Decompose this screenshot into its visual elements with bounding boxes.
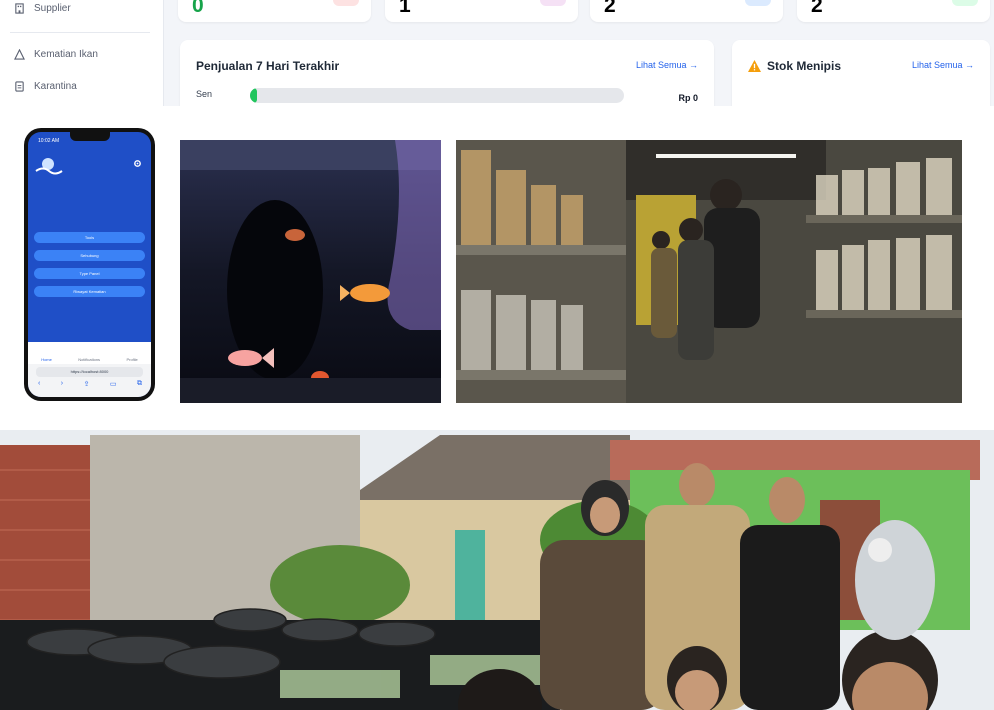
sidebar: Supplier Kematian Ikan Karantina — [0, 0, 164, 106]
stat-icon-badge — [745, 0, 771, 6]
building-icon — [15, 3, 24, 14]
sidebar-item-karantina[interactable]: Karantina — [14, 81, 77, 92]
bookmarks-icon[interactable]: ▭ — [110, 380, 117, 388]
stat-value: 1 — [399, 0, 411, 17]
sidebar-item-kematian-ikan[interactable]: Kematian Ikan — [14, 49, 98, 60]
app-menu-button-sehubung[interactable]: Sehubung — [34, 250, 145, 261]
browser-url-field[interactable]: https://localhost:8000 — [36, 367, 143, 377]
sidebar-item-label: Karantina — [34, 81, 77, 92]
stat-value: 2 — [604, 0, 616, 17]
sales-panel-title: Penjualan 7 Hari Terakhir — [196, 59, 340, 73]
sales-panel: Penjualan 7 Hari Terakhir Lihat Semua → … — [180, 40, 714, 106]
quarantine-shelves-photo — [456, 140, 962, 403]
stat-card-4: 2 — [797, 0, 990, 22]
warning-icon — [14, 49, 25, 60]
group-photo-outdoor — [0, 430, 994, 710]
group-photo-illustration — [0, 430, 994, 710]
sales-day-value: Rp 0 — [678, 93, 698, 103]
phone-status-time: 10:02 AM — [38, 138, 60, 144]
stat-icon-badge — [952, 0, 978, 6]
stat-value: 0 — [192, 0, 204, 17]
tabs-icon[interactable]: ⧉ — [137, 380, 142, 388]
aquarium-photo — [180, 140, 441, 403]
stat-icon-badge — [540, 0, 566, 6]
document-icon — [15, 81, 24, 92]
app-menu-button-tools[interactable]: Tools — [34, 232, 145, 243]
sales-day-label: Sen — [196, 89, 213, 99]
sidebar-divider — [10, 32, 150, 33]
back-icon[interactable]: ‹ — [38, 380, 40, 388]
browser-bar: https://localhost:8000 ‹ › ⇪ ▭ ⧉ — [28, 364, 151, 397]
tab-profile[interactable]: Profile — [126, 357, 137, 362]
phone-tab-bar: Home Notifications Profile — [28, 342, 151, 364]
phone-mockup: 10:02 AM Tools Sehubung Type Panel Riway… — [24, 128, 155, 401]
stat-icon-badge — [333, 0, 359, 6]
app-logo-icon — [35, 158, 63, 175]
share-icon[interactable]: ⇪ — [84, 380, 90, 388]
phone-notch — [70, 132, 110, 141]
dashboard-screenshot: Supplier Kematian Ikan Karantina 0 1 2 2… — [0, 0, 994, 106]
settings-gear-icon[interactable] — [133, 159, 142, 168]
sidebar-item-label: Supplier — [34, 3, 71, 14]
stat-card-1: 0 — [178, 0, 371, 22]
sidebar-item-label: Kematian Ikan — [34, 49, 98, 60]
sales-view-all-link[interactable]: Lihat Semua → — [636, 60, 698, 70]
stat-card-2: 1 — [385, 0, 578, 22]
low-stock-view-all-link[interactable]: Lihat Semua → — [912, 60, 974, 70]
sidebar-item-supplier[interactable]: Supplier — [14, 3, 71, 14]
stat-card-3: 2 — [590, 0, 783, 22]
low-stock-title: Stok Menipis — [767, 59, 842, 73]
stat-value: 2 — [811, 0, 823, 17]
warning-icon — [748, 60, 761, 72]
app-menu-button-type-panel[interactable]: Type Panel — [34, 268, 145, 279]
app-menu-button-riwayat[interactable]: Riwayat Kematian — [34, 286, 145, 297]
shelves-illustration — [456, 140, 962, 403]
phone-screen: 10:02 AM Tools Sehubung Type Panel Riway… — [28, 132, 151, 397]
tab-home[interactable]: Home — [41, 357, 52, 362]
sales-progress-bar — [250, 88, 624, 103]
sales-progress-fill — [250, 88, 258, 103]
tab-notifications[interactable]: Notifications — [78, 357, 100, 362]
browser-nav-row: ‹ › ⇪ ▭ ⧉ — [38, 380, 142, 388]
aquarium-illustration — [180, 140, 441, 403]
low-stock-panel: Stok Menipis Lihat Semua → — [732, 40, 990, 106]
forward-icon[interactable]: › — [61, 380, 63, 388]
